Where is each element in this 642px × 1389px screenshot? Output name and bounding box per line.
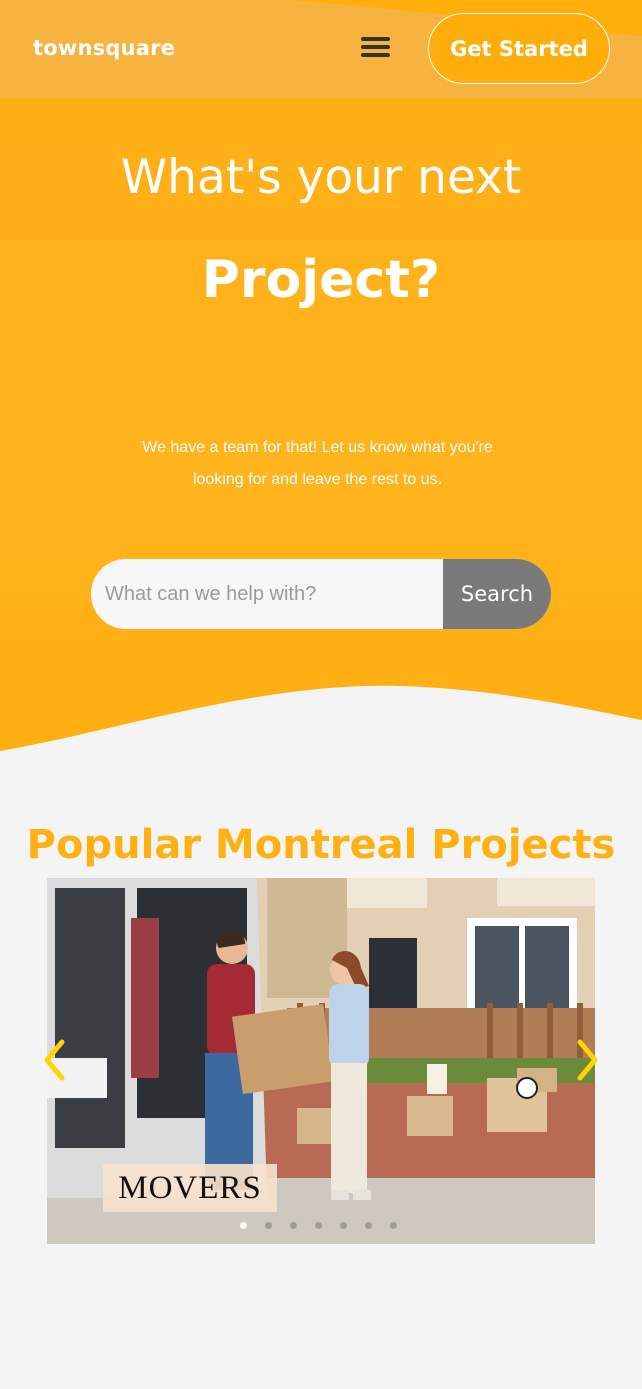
search-input[interactable] [91, 559, 443, 629]
carousel-dot[interactable] [390, 1222, 397, 1229]
get-started-button[interactable]: Get Started [428, 13, 610, 84]
search-button[interactable]: Search [443, 559, 551, 629]
page: townsquare Get Started What's your next … [0, 0, 642, 1389]
projects-carousel[interactable]: MOVERS [47, 878, 595, 1244]
carousel-dot[interactable] [290, 1222, 297, 1229]
chevron-right-icon[interactable] [574, 1038, 600, 1082]
search-bar: Search [91, 559, 551, 629]
carousel-dot[interactable] [315, 1222, 322, 1229]
hero-subtitle: We have a team for that! Let us know wha… [142, 439, 493, 488]
hamburger-menu-icon[interactable] [360, 37, 392, 61]
logo[interactable]: townsquare [33, 36, 175, 60]
popular-projects-title: Popular Montreal Projects [26, 822, 616, 868]
carousel-dot[interactable] [240, 1222, 247, 1229]
hero-wave-divider [0, 685, 642, 770]
chevron-left-icon[interactable] [42, 1038, 68, 1082]
hero-section: townsquare Get Started What's your next … [0, 0, 642, 760]
site-header: townsquare Get Started [0, 0, 642, 98]
carousel-dot[interactable] [265, 1222, 272, 1229]
slide-caption: MOVERS [103, 1164, 277, 1212]
carousel-pagination [240, 1222, 397, 1230]
hero-heading-line2: Project? [201, 250, 441, 310]
carousel-dot[interactable] [365, 1222, 372, 1229]
carousel-dot[interactable] [340, 1222, 347, 1229]
hero-heading-line1: What's your next [120, 150, 522, 205]
